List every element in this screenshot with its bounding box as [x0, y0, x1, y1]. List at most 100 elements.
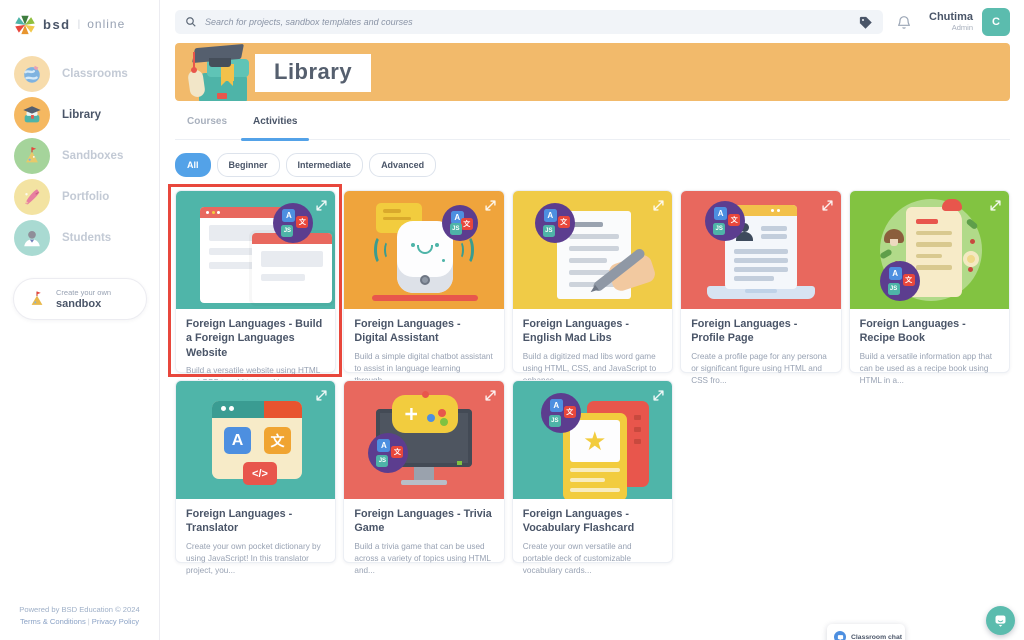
- classroom-chat-label: Classroom chat: [851, 634, 902, 640]
- sidebar-item-sandboxes[interactable]: Sandboxes: [0, 135, 159, 176]
- card-illustration: A文JS: [513, 191, 672, 309]
- brand-divider: |: [78, 19, 81, 30]
- card-title: Foreign Languages - Digital Assistant: [354, 317, 493, 346]
- classrooms-icon: [14, 56, 50, 92]
- library-icon: [14, 97, 50, 133]
- search-bar[interactable]: [175, 10, 883, 34]
- language-badge-icon: A文JS: [880, 261, 920, 301]
- privacy-link[interactable]: Privacy Policy: [92, 617, 139, 626]
- card-title: Foreign Languages - Vocabulary Flashcard: [523, 507, 662, 536]
- sidebar-item-portfolio[interactable]: Portfolio: [0, 176, 159, 217]
- card-title: Foreign Languages - Recipe Book: [860, 317, 999, 346]
- chat-bubble-icon: [993, 613, 1008, 628]
- activity-card[interactable]: A文JS Foreign Languages - Digital Assistan…: [343, 190, 504, 373]
- card-description: Create your own versatile and portable d…: [523, 541, 662, 578]
- card-description: Create your own pocket dictionary by usi…: [186, 541, 325, 578]
- expand-icon[interactable]: [316, 198, 327, 209]
- terms-link[interactable]: Terms & Conditions: [20, 617, 86, 626]
- sidebar-nav: ClassroomsLibrary Sandboxes Portfolio Stude…: [0, 53, 159, 258]
- create-sandbox-line1: Create your own: [56, 288, 111, 297]
- card-title: Foreign Languages - Profile Page: [691, 317, 830, 346]
- expand-icon[interactable]: [316, 388, 327, 399]
- topbar: Chutima Admin C: [161, 0, 1024, 43]
- filter-chip-advanced[interactable]: Advanced: [369, 153, 436, 177]
- search-input[interactable]: [205, 17, 850, 27]
- expand-icon[interactable]: [990, 198, 1001, 209]
- library-books-illustration: [185, 43, 257, 101]
- language-badge-icon: A文JS: [368, 433, 408, 473]
- main-content: Chutima Admin C Library Courses Activitie…: [161, 0, 1024, 640]
- page-title-box: Library: [255, 54, 371, 92]
- language-badge-icon: A文JS: [535, 203, 575, 243]
- activity-card[interactable]: ★A文JS Foreign Languages - Vocabulary Flas…: [512, 380, 673, 563]
- avatar[interactable]: C: [982, 8, 1010, 36]
- user-info: Chutima Admin: [929, 11, 973, 32]
- classroom-chat-icon: [834, 631, 846, 640]
- card-title: Foreign Languages - Build a Foreign Lang…: [186, 317, 325, 360]
- activity-card[interactable]: A文</>Foreign Languages - TranslatorCreat…: [175, 380, 336, 563]
- expand-icon[interactable]: [653, 198, 664, 209]
- powered-by-text: Powered by BSD Education © 2024: [0, 604, 159, 616]
- expand-icon[interactable]: [653, 388, 664, 399]
- user-role: Admin: [929, 24, 973, 33]
- card-body: Foreign Languages - Translator Create you…: [176, 499, 335, 577]
- activity-card[interactable]: A文JS Foreign Languages - English Mad Libs…: [512, 190, 673, 373]
- card-illustration: ★A文JS: [513, 381, 672, 499]
- sidebar-item-library[interactable]: Library: [0, 94, 159, 135]
- activity-card[interactable]: A文JS Foreign Languages - Build a Foreign …: [175, 190, 336, 373]
- sidebar-item-label: Students: [62, 232, 111, 244]
- tabs: Courses Activities: [175, 101, 1010, 140]
- card-body: Foreign Languages - Digital AssistantBui…: [344, 309, 503, 387]
- card-body: Foreign Languages - Vocabulary Flashcard…: [513, 499, 672, 577]
- tab-courses[interactable]: Courses: [187, 116, 227, 139]
- sidebar-item-label: Sandboxes: [62, 150, 123, 162]
- card-title: Foreign Languages - Translator: [186, 507, 325, 536]
- card-illustration: A文JS: [176, 191, 335, 309]
- sidebar: bsd | online ClassroomsLibrary Sandboxes P…: [0, 0, 160, 640]
- card-body: Foreign Languages - Profile Page Create a…: [681, 309, 840, 387]
- card-illustration: A文JS: [681, 191, 840, 309]
- language-badge-icon: A文JS: [541, 393, 581, 433]
- sidebar-item-students[interactable]: Students: [0, 217, 159, 258]
- card-illustration: A文JS: [344, 191, 503, 309]
- brand-logo[interactable]: bsd | online: [0, 0, 159, 35]
- footer-separator: |: [88, 617, 90, 626]
- sidebar-footer: Powered by BSD Education © 2024 Terms & …: [0, 604, 159, 628]
- sandcastle-icon: [27, 289, 47, 309]
- brand-name-light: online: [87, 17, 125, 31]
- create-sandbox-line2: sandbox: [56, 298, 111, 310]
- sidebar-item-classrooms[interactable]: Classrooms: [0, 53, 159, 94]
- create-sandbox-label: Create your own sandbox: [56, 288, 111, 310]
- sandboxes-icon: [14, 138, 50, 174]
- card-description: Build a versatile information app that c…: [860, 351, 999, 388]
- tab-activities[interactable]: Activities: [253, 116, 297, 139]
- language-badge-icon: A文JS: [442, 205, 478, 241]
- classroom-chat-popup[interactable]: Classroom chat: [827, 624, 905, 640]
- activity-card[interactable]: A文JSForeign Languages - Recipe BookBuild…: [849, 190, 1010, 373]
- search-icon: [185, 16, 197, 28]
- difficulty-filters: AllBeginnerIntermediateAdvanced: [175, 153, 1010, 177]
- create-sandbox-button[interactable]: Create your own sandbox: [13, 278, 147, 320]
- filter-chip-all[interactable]: All: [175, 153, 211, 177]
- card-title: Foreign Languages - English Mad Libs: [523, 317, 662, 346]
- brand-name-bold: bsd: [43, 17, 71, 32]
- sidebar-item-label: Portfolio: [62, 191, 109, 203]
- expand-icon[interactable]: [485, 388, 496, 399]
- chat-launcher-button[interactable]: [986, 606, 1015, 635]
- activity-card[interactable]: A文JSForeign Languages - Profile PageCrea…: [680, 190, 841, 373]
- expand-icon[interactable]: [822, 198, 833, 209]
- filter-chip-beginner[interactable]: Beginner: [217, 153, 280, 177]
- card-description: Create a profile page for any persona or…: [691, 351, 830, 388]
- expand-icon[interactable]: [485, 198, 496, 209]
- filter-chip-intermediate[interactable]: Intermediate: [286, 153, 364, 177]
- tag-filter-icon[interactable]: [858, 15, 873, 30]
- activity-card[interactable]: A文JSForeign Languages - Trivia GameBuild…: [343, 380, 504, 563]
- portfolio-icon: [14, 179, 50, 215]
- card-illustration: A文</>: [176, 381, 335, 499]
- notifications-bell-icon[interactable]: [896, 14, 912, 30]
- bsd-pinwheel-icon: [14, 13, 36, 35]
- card-body: Foreign Languages - English Mad LibsBuil…: [513, 309, 672, 387]
- card-description: Build a trivia game that can be used acr…: [354, 541, 493, 578]
- card-title: Foreign Languages - Trivia Game: [354, 507, 493, 536]
- card-illustration: A文JS: [344, 381, 503, 499]
